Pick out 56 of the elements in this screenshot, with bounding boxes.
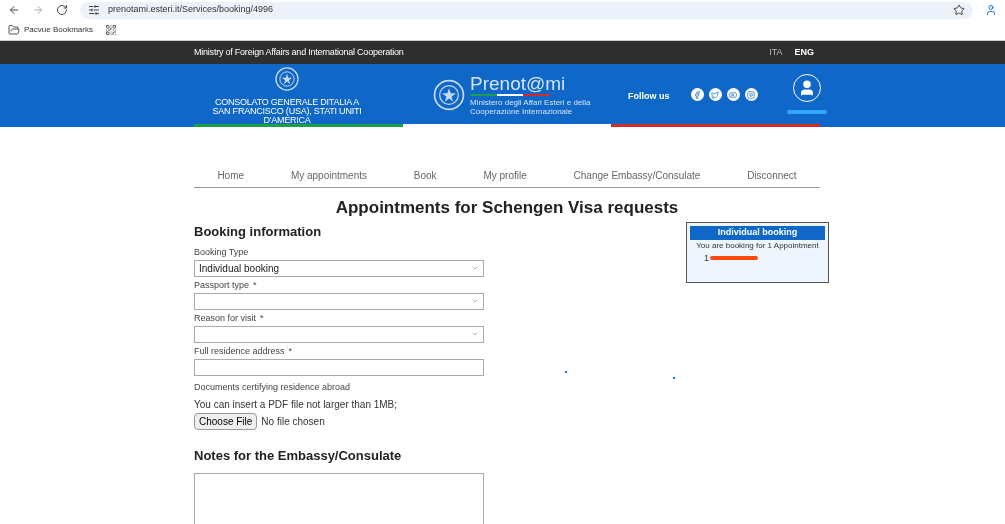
page-title: Appointments for Schengen Visa requests — [334, 198, 680, 218]
required-marker: * — [288, 344, 293, 358]
file-hint: You can insert a PDF file not larger than 1MB; — [194, 398, 399, 412]
twitter-icon[interactable] — [708, 88, 722, 101]
nav-link[interactable]: My profile — [483, 168, 527, 183]
choose-file-button[interactable]: Choose File — [194, 413, 258, 430]
dot-mark — [673, 377, 675, 379]
language-link[interactable]: ENG — [794, 45, 814, 60]
required-marker: * — [260, 311, 264, 325]
profile-icon[interactable] — [985, 4, 997, 16]
nav-link[interactable]: My appointments — [290, 168, 368, 183]
dropdown-icon — [471, 330, 479, 338]
summary-text: You are booking for 1 Appointment — [695, 239, 820, 252]
apps-icon[interactable] — [104, 24, 117, 36]
field-label: Passport type — [194, 278, 250, 292]
summary-title: Individual booking — [690, 226, 825, 240]
required-marker: * — [253, 278, 257, 292]
nav-link[interactable]: Home — [217, 168, 245, 183]
emblem-icon — [432, 78, 466, 112]
follow-label: Follow us — [628, 90, 670, 103]
language-link[interactable]: ITA — [769, 45, 783, 60]
bookmark-star-icon[interactable] — [953, 4, 965, 16]
facebook-icon[interactable] — [690, 88, 704, 101]
redaction-mark — [710, 256, 758, 261]
file-status: No file chosen — [261, 415, 325, 429]
site-settings-icon[interactable] — [88, 4, 100, 16]
address-bar[interactable]: prenotami.esteri.it/Services/booking/4996 — [80, 1, 973, 19]
dropdown-icon — [471, 297, 479, 305]
section-heading: Booking information — [194, 223, 323, 241]
input-field[interactable] — [194, 358, 484, 376]
nav-link[interactable]: Disconnect — [747, 168, 797, 183]
field-label: Full residence address — [194, 344, 285, 358]
field-label: Booking Type — [194, 245, 249, 259]
emblem-icon — [274, 66, 300, 92]
back-icon[interactable] — [8, 4, 20, 16]
nav-link[interactable]: Change Embassy/Consulate — [573, 168, 701, 183]
dot-mark — [565, 371, 567, 373]
redaction-mark — [786, 110, 827, 114]
documents-label: Documents certifying residence abroad — [194, 380, 352, 394]
nav-link[interactable]: Book — [413, 168, 437, 183]
select-field[interactable] — [194, 325, 484, 343]
folder-icon — [8, 24, 20, 36]
appointment-number: 1 — [704, 251, 709, 265]
youtube-icon[interactable] — [726, 88, 740, 101]
select-field[interactable] — [194, 292, 484, 310]
logo-subtitle: Ministero degli Affari Esteri e della Cooperazione Internazionale — [470, 98, 592, 116]
bookmark-folder[interactable]: Pacvue Bookmarks — [8, 24, 93, 36]
ministry-title: Ministry of Foreign Affairs and International Cooperation — [194, 45, 404, 59]
select-field[interactable]: Individual booking — [194, 259, 484, 277]
consulate-name: CONSOLATO GENERALE DITALIA A SAN FRANCISCO (USA), STATI UNITI D'AMERICA — [212, 98, 362, 125]
field-label: Reason for visit — [194, 311, 257, 325]
instagram-icon[interactable] — [744, 88, 758, 101]
reload-icon[interactable] — [56, 4, 68, 16]
logo-text: Prenot@mi — [470, 74, 567, 94]
section-heading: Notes for the Embassy/Consulate — [194, 447, 403, 465]
dropdown-icon — [471, 264, 479, 272]
